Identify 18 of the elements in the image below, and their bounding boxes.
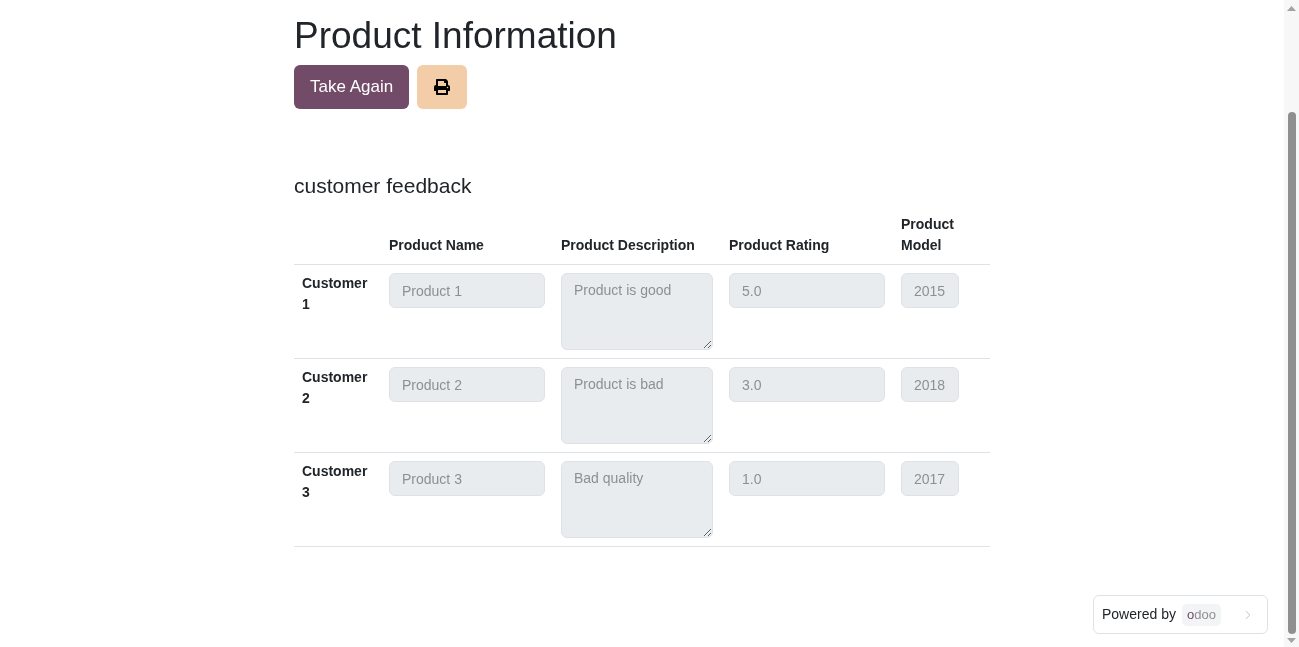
print-button[interactable] [417, 65, 468, 109]
take-again-button[interactable]: Take Again [294, 65, 410, 109]
column-header: Product Rating [729, 237, 830, 253]
section-heading: customer feedback [294, 174, 473, 198]
brand-logo: odoo [1181, 603, 1221, 626]
printer-icon [434, 79, 451, 95]
caret-down-icon[interactable] [1287, 638, 1296, 643]
customer-label: Customer 3 [302, 462, 369, 502]
customer-label: Customer 2 [302, 368, 369, 408]
scrollbar-thumb[interactable] [1287, 112, 1296, 634]
column-header: Product Name [389, 237, 484, 253]
column-header: Product Model [901, 216, 954, 253]
powered-by-text: Powered by [1102, 605, 1176, 624]
page-title: Product Information [294, 14, 618, 58]
customer-label: Customer 1 [302, 274, 369, 314]
powered-by-badge[interactable]: Powered by odoo [1093, 595, 1268, 634]
column-header: Product Description [561, 237, 695, 253]
caret-up-icon[interactable] [1287, 6, 1296, 11]
